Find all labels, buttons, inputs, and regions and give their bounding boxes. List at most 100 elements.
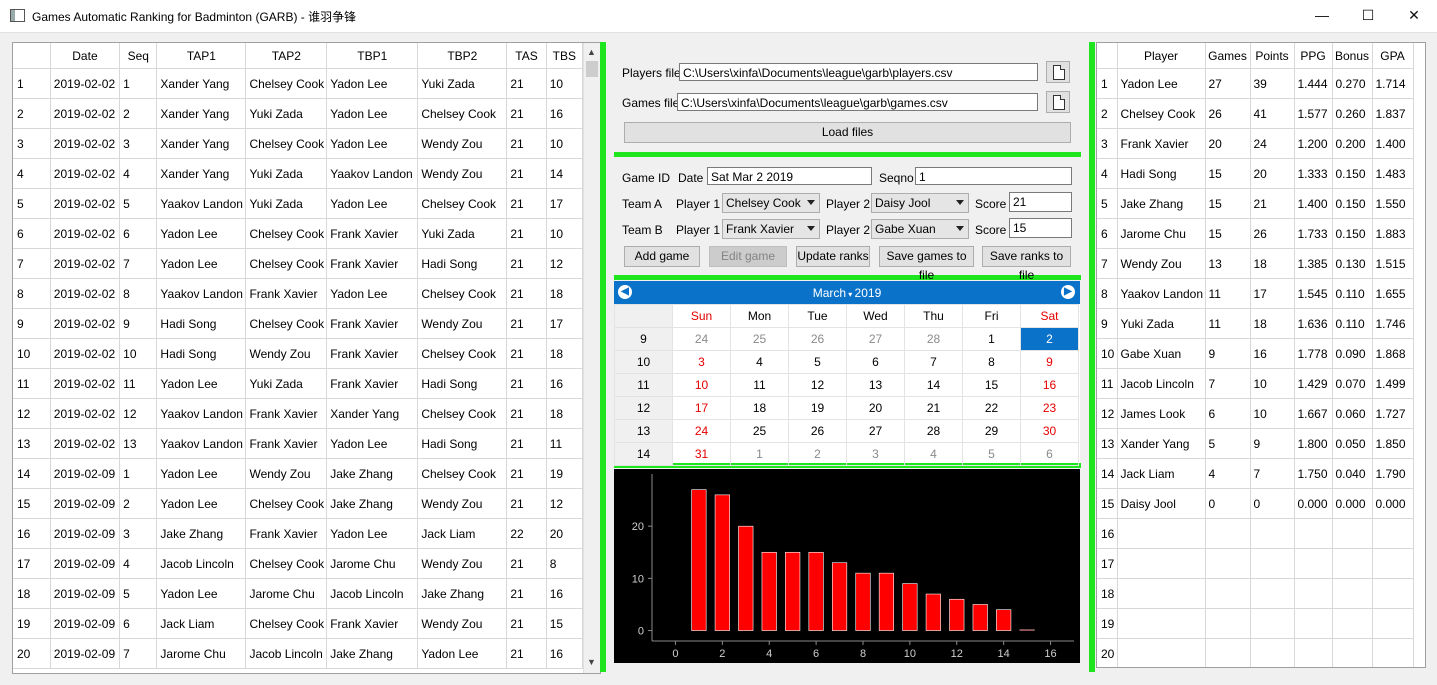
column-header[interactable]: Games: [1205, 43, 1251, 69]
table-cell[interactable]: 0: [1205, 488, 1251, 519]
row-header[interactable]: 11: [13, 368, 51, 399]
table-cell[interactable]: 0.110: [1332, 308, 1373, 339]
table-cell[interactable]: 16: [546, 368, 584, 399]
table-cell[interactable]: 2019-02-02: [50, 218, 121, 249]
table-cell[interactable]: 11: [119, 368, 158, 399]
calendar-day[interactable]: 21: [904, 396, 963, 420]
calendar-day[interactable]: 26: [788, 419, 847, 443]
calendar-day[interactable]: 4: [904, 442, 963, 466]
table-cell[interactable]: Hadi Song: [1117, 158, 1206, 189]
table-row[interactable]: 20 2019-02-09 7 Jarome Chu Jacob Lincoln Jake…: [13, 638, 584, 669]
row-header[interactable]: 16: [1097, 518, 1118, 549]
update-ranks-button[interactable]: Update ranks: [796, 246, 870, 267]
table-row[interactable]: 11 Jacob Lincoln 7 10 1.429 0.070 1.499: [1097, 368, 1414, 399]
table-cell[interactable]: 1.444: [1294, 68, 1333, 99]
table-cell[interactable]: 2019-02-02: [50, 248, 121, 279]
row-header[interactable]: 17: [1097, 548, 1118, 579]
row-header[interactable]: 2: [13, 98, 51, 129]
team-b-player1-select[interactable]: Frank Xavier: [722, 219, 820, 239]
calendar-month[interactable]: March: [813, 286, 846, 300]
table-cell[interactable]: 15: [546, 608, 584, 639]
table-cell[interactable]: 2019-02-02: [50, 278, 121, 309]
table-cell[interactable]: 41: [1250, 98, 1295, 129]
table-cell[interactable]: Wendy Zou: [245, 338, 328, 369]
table-cell[interactable]: Yaakov Landon: [156, 188, 247, 219]
table-cell[interactable]: [1117, 608, 1206, 639]
table-cell[interactable]: 1.714: [1372, 68, 1414, 99]
corner-header[interactable]: [1097, 43, 1118, 69]
table-row[interactable]: 13 2019-02-02 13 Yaakov Landon Frank Xavier Y…: [13, 428, 584, 459]
calendar-day[interactable]: 24: [672, 327, 731, 351]
table-cell[interactable]: Xander Yang: [156, 68, 247, 99]
table-cell[interactable]: 16: [1250, 338, 1295, 369]
table-cell[interactable]: 1: [119, 68, 158, 99]
table-cell[interactable]: 0.000: [1332, 488, 1373, 519]
table-cell[interactable]: 1.545: [1294, 278, 1333, 309]
table-cell[interactable]: [1117, 548, 1206, 579]
table-cell[interactable]: [1205, 548, 1251, 579]
table-row[interactable]: 2 Chelsey Cook 26 41 1.577 0.260 1.837: [1097, 98, 1414, 129]
table-cell[interactable]: 1.883: [1372, 218, 1414, 249]
table-row[interactable]: 14 Jack Liam 4 7 1.750 0.040 1.790: [1097, 458, 1414, 489]
games-file-browse-button[interactable]: [1046, 91, 1070, 113]
table-cell[interactable]: [1205, 518, 1251, 549]
files-splitter[interactable]: [614, 152, 1081, 157]
games-file-input[interactable]: C:\Users\xinfa\Documents\league\garb\gam…: [677, 93, 1038, 111]
table-cell[interactable]: 16: [546, 98, 584, 129]
table-cell[interactable]: 6: [119, 608, 158, 639]
table-cell[interactable]: 21: [1250, 188, 1295, 219]
row-header[interactable]: 16: [13, 518, 51, 549]
column-header[interactable]: Date: [50, 43, 121, 69]
table-cell[interactable]: 18: [546, 278, 584, 309]
table-cell[interactable]: Wendy Zou: [417, 548, 508, 579]
form-splitter[interactable]: [614, 275, 1081, 280]
row-header[interactable]: 4: [13, 158, 51, 189]
calendar-day[interactable]: 5: [788, 350, 847, 374]
row-header[interactable]: 9: [1097, 308, 1118, 339]
table-cell[interactable]: Jack Liam: [1117, 458, 1206, 489]
table-cell[interactable]: 11: [1205, 308, 1251, 339]
table-cell[interactable]: Yadon Lee: [156, 368, 247, 399]
table-cell[interactable]: 1.850: [1372, 428, 1414, 459]
table-cell[interactable]: 0.150: [1332, 158, 1373, 189]
table-cell[interactable]: Yadon Lee: [326, 128, 419, 159]
table-cell[interactable]: Yadon Lee: [326, 188, 419, 219]
table-cell[interactable]: Yaakov Landon: [326, 158, 419, 189]
row-header[interactable]: 10: [1097, 338, 1118, 369]
table-cell[interactable]: Jarome Chu: [326, 548, 419, 579]
table-cell[interactable]: Chelsey Cook: [245, 128, 328, 159]
row-header[interactable]: 6: [13, 218, 51, 249]
calendar-day[interactable]: 6: [846, 350, 905, 374]
table-cell[interactable]: 1.837: [1372, 98, 1414, 129]
maximize-button[interactable]: ☐: [1345, 0, 1391, 31]
table-cell[interactable]: Jacob Lincoln: [245, 638, 328, 669]
table-cell[interactable]: 1.550: [1372, 188, 1414, 219]
edit-game-button[interactable]: Edit game: [709, 246, 787, 267]
table-cell[interactable]: Chelsey Cook: [417, 278, 508, 309]
row-header[interactable]: 1: [1097, 68, 1118, 99]
table-cell[interactable]: Xander Yang: [326, 398, 419, 429]
table-cell[interactable]: 11: [1205, 278, 1251, 309]
table-cell[interactable]: 15: [1205, 188, 1251, 219]
table-cell[interactable]: Jake Zhang: [1117, 188, 1206, 219]
table-cell[interactable]: [1332, 638, 1373, 667]
calendar-day[interactable]: 28: [904, 327, 963, 351]
calendar-day[interactable]: 3: [672, 350, 731, 374]
table-cell[interactable]: 2019-02-02: [50, 428, 121, 459]
table-cell[interactable]: 0.000: [1372, 488, 1414, 519]
column-header[interactable]: Points: [1250, 43, 1295, 69]
calendar-year[interactable]: 2019: [855, 286, 882, 300]
table-cell[interactable]: 20: [1250, 158, 1295, 189]
table-cell[interactable]: Yadon Lee: [326, 98, 419, 129]
table-cell[interactable]: 2019-02-09: [50, 458, 121, 489]
calendar-day[interactable]: 17: [672, 396, 731, 420]
table-cell[interactable]: 21: [506, 308, 547, 339]
table-row[interactable]: 6 2019-02-02 6 Yadon Lee Chelsey Cook Frank X…: [13, 218, 584, 249]
table-cell[interactable]: 21: [506, 68, 547, 99]
table-cell[interactable]: 2: [119, 488, 158, 519]
table-cell[interactable]: 21: [506, 158, 547, 189]
calendar-day[interactable]: 11: [730, 373, 789, 397]
table-cell[interactable]: 5: [119, 188, 158, 219]
table-cell[interactable]: Frank Xavier: [326, 338, 419, 369]
table-cell[interactable]: 12: [119, 398, 158, 429]
